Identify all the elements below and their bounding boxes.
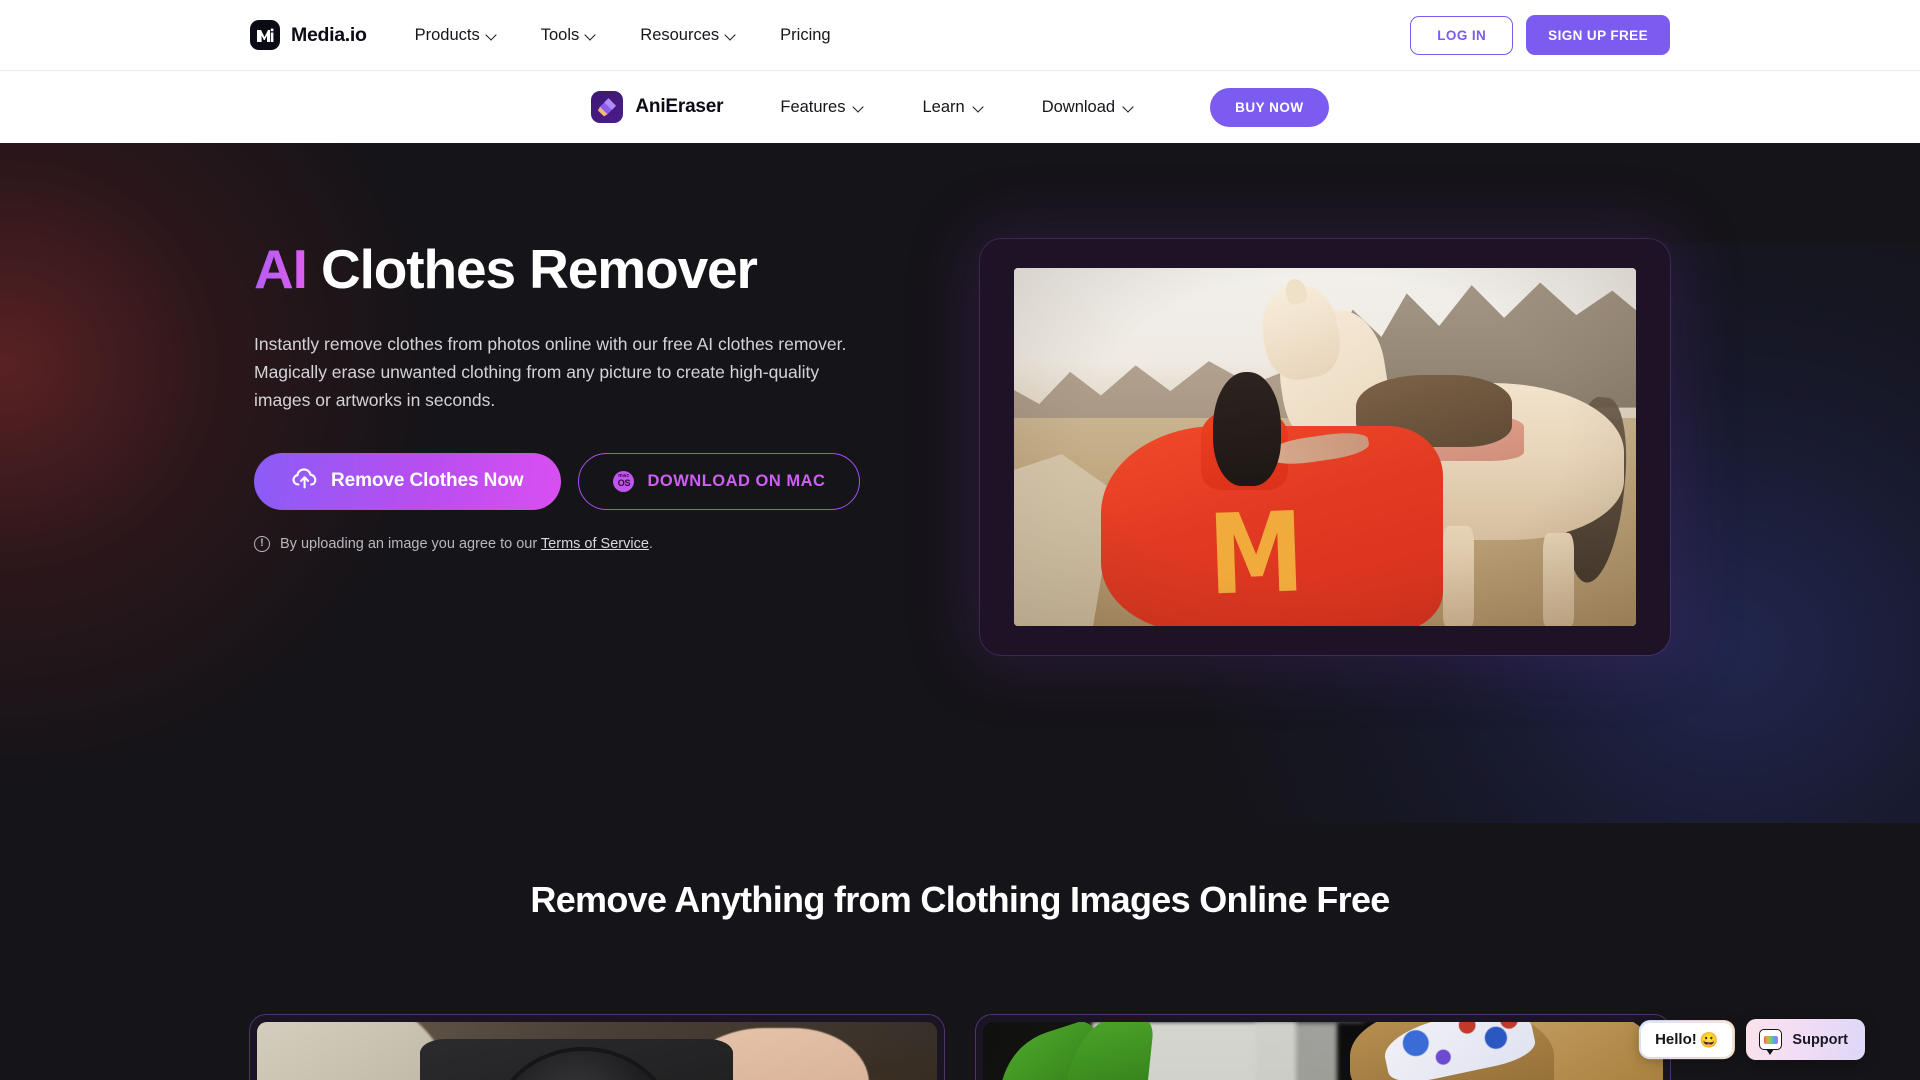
nav-item-resources[interactable]: Resources bbox=[640, 26, 736, 45]
primary-nav-links: Products Tools Resources Pricing bbox=[415, 26, 831, 45]
chat-greeting-bubble[interactable]: Hello! 😀 bbox=[1638, 1020, 1735, 1059]
macos-badge-bottom: OS bbox=[617, 478, 631, 489]
support-button-label: Support bbox=[1792, 1031, 1848, 1048]
subnav-item-features[interactable]: Features bbox=[780, 98, 864, 117]
subnav-item-learn[interactable]: Learn bbox=[922, 98, 983, 117]
terms-prefix: By uploading an image you agree to our bbox=[280, 535, 541, 552]
hero-section: AI Clothes Remover Instantly remove clot… bbox=[0, 143, 1920, 823]
signup-free-button[interactable]: SIGN UP FREE bbox=[1526, 15, 1670, 55]
hero-image-vignette bbox=[1014, 268, 1636, 626]
chevron-down-icon bbox=[974, 103, 984, 113]
macos-badge-icon: mac OS bbox=[613, 470, 635, 492]
mediaio-logo-icon bbox=[250, 20, 280, 50]
features-section: Remove Anything from Clothing Images Onl… bbox=[0, 823, 1920, 1080]
download-on-mac-label: DOWNLOAD ON MAC bbox=[647, 471, 826, 490]
nav-label-pricing: Pricing bbox=[780, 25, 831, 44]
page-title-accent: AI bbox=[254, 238, 308, 300]
chevron-down-icon bbox=[586, 31, 596, 41]
feature-card-image-plant-woman bbox=[983, 1022, 1663, 1080]
nav-item-products[interactable]: Products bbox=[415, 26, 497, 45]
anieraser-brand[interactable]: AniEraser bbox=[591, 91, 724, 123]
terms-notice: ! By uploading an image you agree to our… bbox=[254, 535, 870, 552]
mediaio-brand[interactable]: Media.io bbox=[250, 20, 367, 50]
nav-label-resources: Resources bbox=[640, 25, 720, 44]
page-title-rest: Clothes Remover bbox=[306, 238, 758, 300]
chat-widget: Hello! 😀 Support bbox=[1638, 1019, 1865, 1060]
feature-card[interactable] bbox=[976, 1015, 1670, 1080]
terms-text: By uploading an image you agree to our T… bbox=[280, 536, 653, 552]
nav-item-tools[interactable]: Tools bbox=[541, 26, 597, 45]
chat-bubble-icon bbox=[1759, 1029, 1783, 1055]
section-title: Remove Anything from Clothing Images Onl… bbox=[530, 879, 1390, 920]
chevron-down-icon bbox=[726, 31, 736, 41]
feature-card[interactable] bbox=[250, 1015, 944, 1080]
feature-card-list bbox=[250, 1015, 1670, 1080]
feature-card-image-camera bbox=[257, 1022, 937, 1080]
chat-greeting-text: Hello! bbox=[1655, 1031, 1697, 1048]
info-circle-icon: ! bbox=[254, 535, 270, 552]
hero-description: Instantly remove clothes from photos onl… bbox=[254, 333, 847, 411]
subnav-item-download[interactable]: Download bbox=[1042, 98, 1134, 117]
hero-text-column: AI Clothes Remover Instantly remove clot… bbox=[250, 238, 870, 552]
login-button[interactable]: LOG IN bbox=[1410, 15, 1514, 55]
hero-content: AI Clothes Remover Instantly remove clot… bbox=[250, 143, 1670, 655]
hero-image: M bbox=[1014, 268, 1636, 626]
smiley-emoji-icon: 😀 bbox=[1699, 1031, 1719, 1049]
primary-navbar: Media.io Products Tools Resources Pricin… bbox=[0, 0, 1920, 70]
hero-image-frame: M bbox=[980, 239, 1670, 655]
hero-cta-group: Remove Clothes Now mac OS DOWNLOAD ON MA… bbox=[254, 452, 870, 510]
anieraser-logo-icon bbox=[591, 91, 624, 123]
secondary-navbar: AniEraser Features Learn Download BUY NO… bbox=[0, 70, 1920, 143]
primary-nav-actions: LOG IN SIGN UP FREE bbox=[1410, 15, 1670, 55]
nav-item-pricing[interactable]: Pricing bbox=[780, 26, 830, 45]
remove-clothes-now-label: Remove Clothes Now bbox=[331, 470, 524, 492]
terms-suffix: . bbox=[648, 535, 653, 552]
terms-of-service-link[interactable]: Terms of Service bbox=[541, 536, 649, 552]
support-button[interactable]: Support bbox=[1746, 1019, 1865, 1060]
page-title: AI Clothes Remover bbox=[254, 238, 870, 301]
subnav-label-download: Download bbox=[1041, 97, 1116, 116]
subnav-label-features: Features bbox=[780, 97, 846, 116]
hero-image-column: M bbox=[980, 239, 1670, 655]
secondary-nav-inner: AniEraser Features Learn Download BUY NO… bbox=[591, 87, 1329, 127]
upload-cloud-icon bbox=[292, 467, 317, 495]
nav-label-products: Products bbox=[414, 25, 480, 44]
buy-now-button[interactable]: BUY NOW bbox=[1210, 87, 1329, 127]
remove-clothes-now-button[interactable]: Remove Clothes Now bbox=[254, 452, 562, 510]
page-root: Media.io Products Tools Resources Pricin… bbox=[0, 0, 1920, 1080]
nav-label-tools: Tools bbox=[540, 25, 580, 44]
subnav-label-learn: Learn bbox=[922, 97, 965, 116]
chevron-down-icon bbox=[854, 103, 864, 113]
mediaio-brand-label: Media.io bbox=[291, 23, 367, 46]
anieraser-brand-label: AniEraser bbox=[635, 96, 724, 117]
chevron-down-icon bbox=[1124, 103, 1134, 113]
chevron-down-icon bbox=[487, 31, 497, 41]
download-on-mac-button[interactable]: mac OS DOWNLOAD ON MAC bbox=[578, 452, 861, 510]
